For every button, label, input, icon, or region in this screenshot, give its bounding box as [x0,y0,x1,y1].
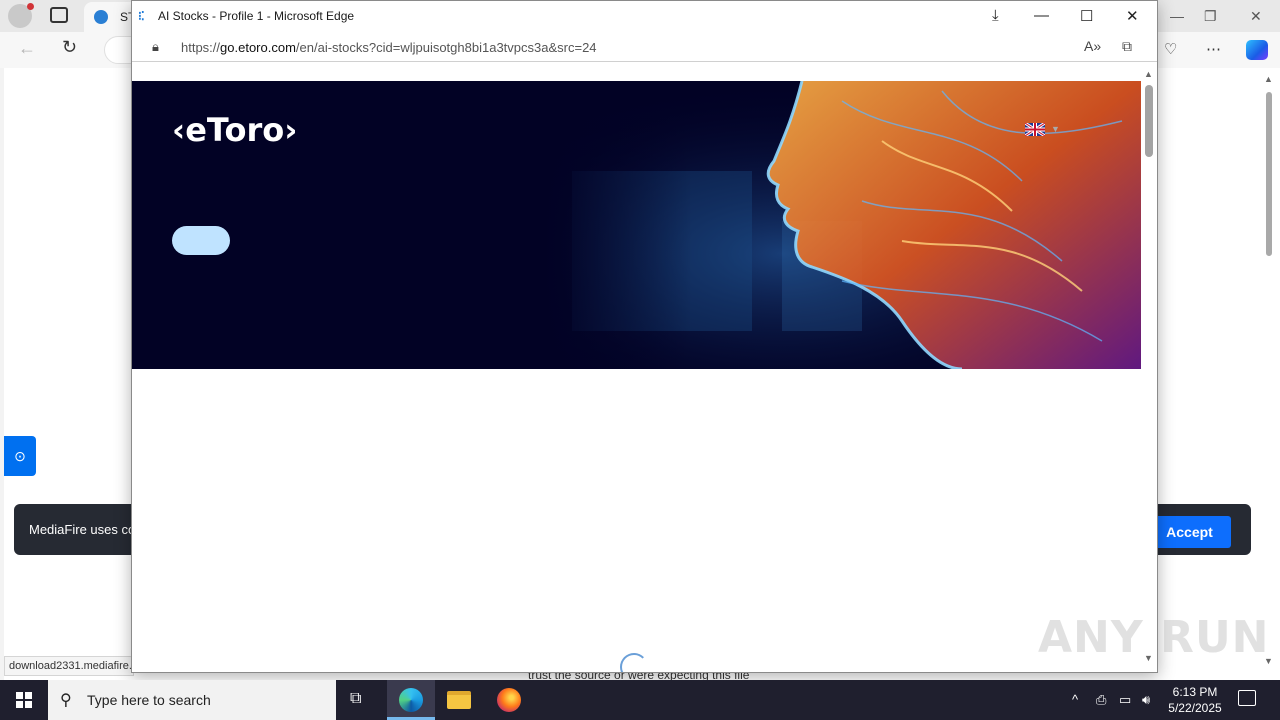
popup-title-bar: ⁝⁚ AI Stocks - Profile 1 - Microsoft Edg… [132,1,1157,32]
more-menu-icon[interactable]: ⋯ [1206,40,1221,58]
notification-center-icon[interactable] [1238,690,1256,706]
device-icon[interactable]: ⎙ [1096,692,1106,708]
show-hidden-icons-chevron-icon[interactable]: ^ [1072,692,1078,707]
search-icon: ⚲ [60,692,72,709]
popup-minimize-button[interactable]: — [1034,7,1049,24]
popup-window: ⁝⁚ AI Stocks - Profile 1 - Microsoft Edg… [131,0,1158,673]
back-arrow-icon[interactable]: ← [18,38,36,59]
task-view-icon[interactable]: ⧉ [350,690,370,710]
taskbar-file-explorer[interactable] [435,680,483,720]
cookie-banner-text: MediaFire uses co [29,522,136,537]
lock-icon[interactable]: 🔒︎ [152,39,159,55]
profile-avatar-icon[interactable] [8,3,34,28]
download-warning-icon[interactable]: ⤓ [992,7,999,24]
popup-scroll-thumb[interactable] [1145,85,1153,157]
volume-icon[interactable]: 🔊︎ [1142,692,1150,708]
popup-scroll-up-arrow-icon[interactable]: ▲ [1144,69,1153,79]
scroll-up-arrow-icon[interactable]: ▲ [1264,74,1273,84]
popup-page-content: ‹eToro› ▼ [132,63,1157,672]
popup-scrollbar[interactable]: ▲ ▼ [1141,63,1157,672]
bg-close-button[interactable]: ✕ [1250,8,1262,25]
clock-time: 6:13 PM [1172,685,1218,699]
edge-icon [399,688,423,712]
anyrun-watermark: ANY RUN [1038,612,1270,663]
taskbar-firefox[interactable] [485,680,533,720]
loading-spinner-icon [620,653,648,672]
status-bar-url: download2331.mediafire.com [4,656,134,676]
bg-restore-button[interactable]: ❐ [1204,8,1217,25]
popup-close-button[interactable]: ✕ [1126,7,1139,25]
uk-flag-icon[interactable] [1025,123,1045,136]
reload-icon[interactable]: ↻ [62,37,77,58]
bg-minimize-button[interactable]: — [1170,8,1184,24]
popup-address-bar[interactable]: 🔒︎ https://go.etoro.com/en/ai-stocks?cid… [132,32,1157,62]
copilot-icon[interactable] [1246,40,1268,60]
hero-banner: ‹eToro› ▼ [132,81,1141,369]
scroll-thumb[interactable] [1266,92,1272,256]
firefox-icon [497,688,521,712]
app-available-icon[interactable]: ⧉ [1122,38,1132,55]
feedback-side-button[interactable]: ⊙ [4,436,36,476]
popup-url[interactable]: https://go.etoro.com/en/ai-stocks?cid=wl… [181,40,597,55]
windows-logo-icon [16,692,32,708]
tab-actions-icon[interactable] [50,7,68,23]
windows-taskbar: ⚲ Type here to search ⧉ ^ ⎙ ▭ 🔊︎ 6:13 PM… [0,680,1280,720]
hero-cta-button[interactable] [172,226,230,255]
read-aloud-icon[interactable]: A» [1084,38,1101,54]
target-icon: ⊙ [14,448,26,464]
folder-icon [447,691,471,709]
search-placeholder: Type here to search [87,692,211,708]
popup-window-title: AI Stocks - Profile 1 - Microsoft Edge [158,9,355,23]
popup-maximize-button[interactable]: ☐ [1080,7,1093,25]
start-button[interactable] [0,680,48,720]
background-scrollbar[interactable]: ▲ ▼ [1262,72,1276,672]
browser-essentials-icon[interactable]: ♡ [1164,40,1177,58]
clock-date: 5/22/2025 [1168,701,1222,715]
taskbar-edge[interactable] [387,680,435,720]
taskbar-clock[interactable]: 6:13 PM 5/22/2025 [1160,684,1230,716]
accept-cookies-button[interactable]: Accept [1148,516,1231,548]
etoro-logo[interactable]: ‹eToro› [172,111,297,149]
mediafire-favicon-icon [94,10,108,24]
etoro-favicon-icon: ⁝⁚ [138,9,145,23]
taskbar-search-box[interactable]: ⚲ Type here to search [48,680,336,720]
network-icon[interactable]: ▭ [1119,692,1131,708]
language-dropdown-caret-icon[interactable]: ▼ [1051,124,1060,134]
